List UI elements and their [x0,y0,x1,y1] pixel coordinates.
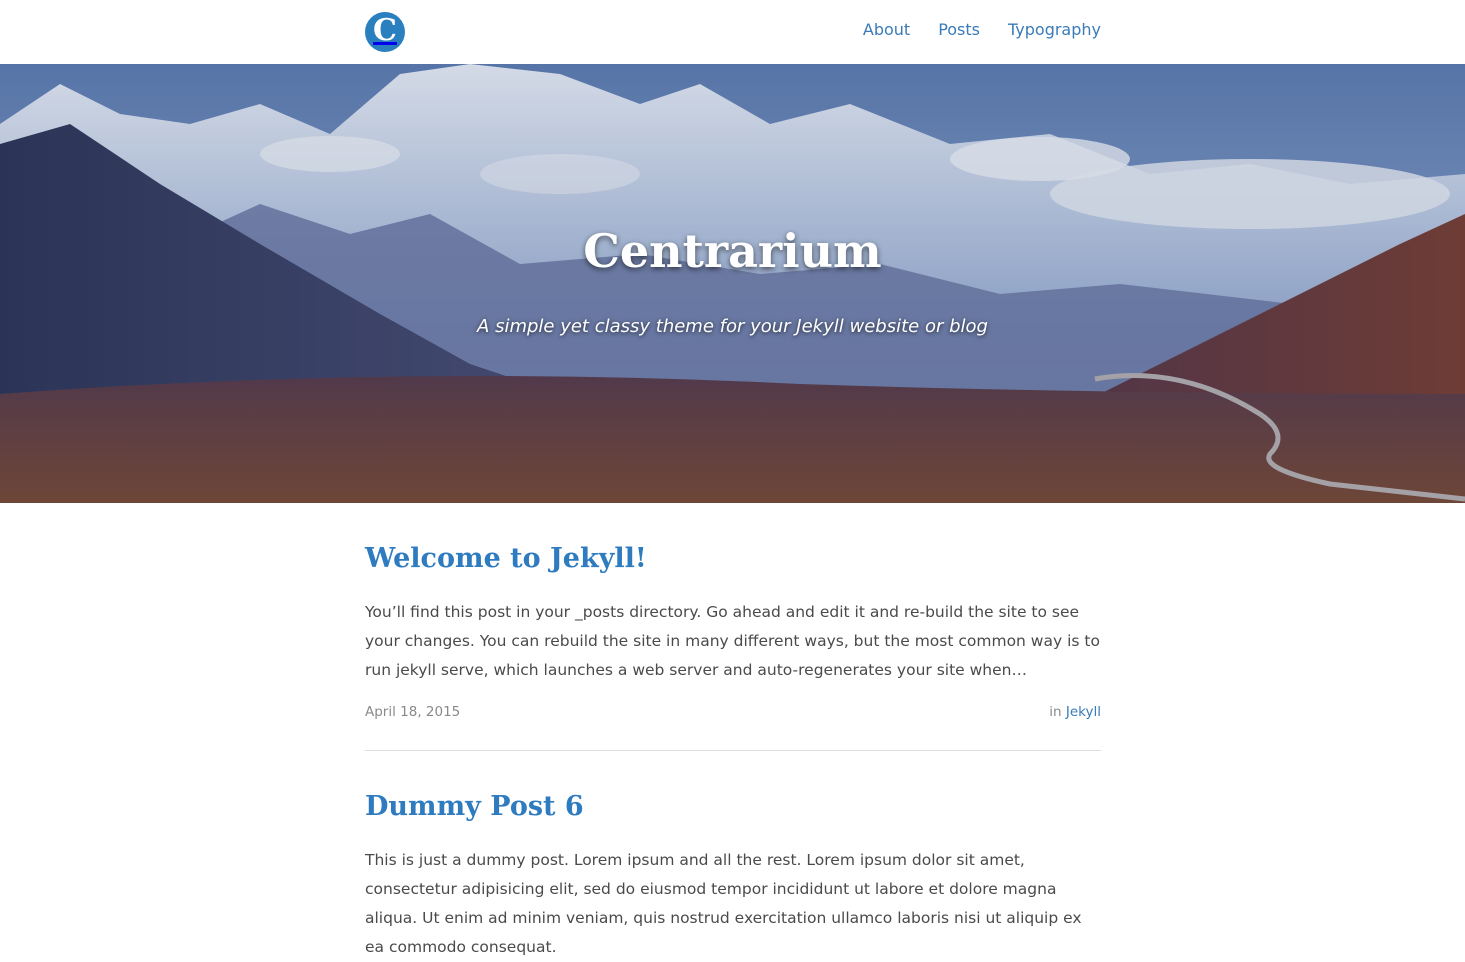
site-tagline: A simple yet classy theme for your Jekyl… [477,316,988,337]
post-title-link[interactable]: Welcome to Jekyll! [365,543,1101,574]
post-item: Welcome to Jekyll! You’ll find this post… [365,543,1101,751]
nav-link-about[interactable]: About [863,20,910,39]
post-excerpt: This is just a dummy post. Lorem ipsum a… [365,851,1082,956]
nav-link-posts[interactable]: Posts [938,20,980,39]
post-meta: April 18, 2015 in Jekyll [365,704,1101,720]
hero-banner: Centrarium A simple yet classy theme for… [0,64,1465,503]
post-item: Dummy Post 6 This is just a dummy post. … [365,791,1101,962]
post-title-link[interactable]: Dummy Post 6 [365,791,1101,822]
site-header: C About Posts Typography [0,0,1465,64]
post-date: April 18, 2015 [365,704,461,720]
post-category: in Jekyll [1049,704,1101,720]
site-logo[interactable]: C [365,12,405,52]
post-divider [365,750,1101,751]
nav-link-typography[interactable]: Typography [1008,20,1101,39]
site-title: Centrarium [583,224,882,278]
post-excerpt: You’ll find this post in your _posts dir… [365,603,1100,679]
mountain-landscape-image [0,64,1465,503]
post-list: Welcome to Jekyll! You’ll find this post… [365,503,1101,962]
main-nav: About Posts Typography [863,20,1101,39]
category-link[interactable]: Jekyll [1066,704,1101,720]
logo-letter: C [373,13,397,48]
category-prefix: in [1049,704,1062,720]
